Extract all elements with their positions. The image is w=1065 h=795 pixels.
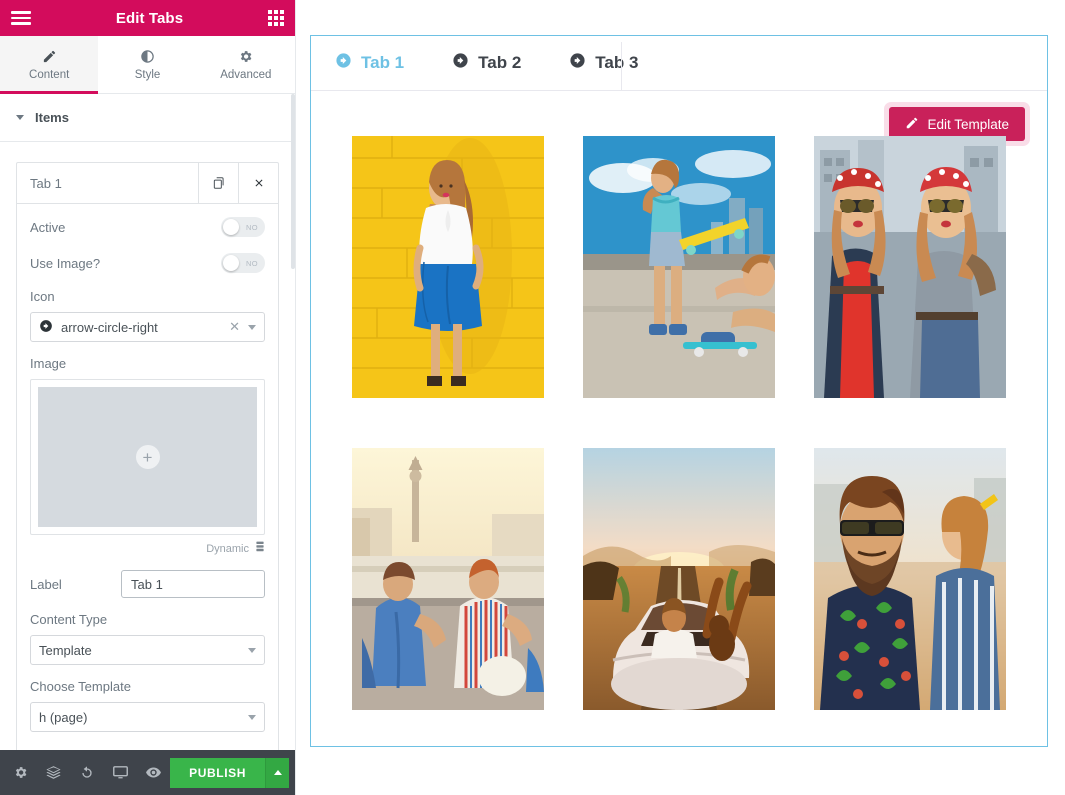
gallery-item[interactable] [813, 136, 1006, 398]
edit-template-label: Edit Template [927, 116, 1009, 132]
clear-x-icon[interactable]: ✕ [229, 319, 240, 335]
gallery-item[interactable] [352, 448, 545, 710]
dynamic-label: Dynamic [206, 542, 249, 555]
monitor-icon[interactable] [104, 750, 137, 795]
choose-template-select[interactable]: h (page) [30, 702, 265, 732]
canvas-tab-3-label: Tab 3 [595, 53, 639, 72]
label-input[interactable] [121, 570, 265, 598]
publish-button[interactable]: PUBLISH [170, 757, 265, 788]
panel-content-scroll[interactable]: Items Tab 1 Active NO Use Image? NO Icon… [0, 94, 295, 750]
gallery-item[interactable] [582, 136, 775, 398]
control-icon: Icon arrow-circle-right ✕ [30, 289, 265, 342]
canvas-tab-2-label: Tab 2 [478, 53, 522, 72]
control-content-type: Content Type Template [30, 612, 265, 665]
choose-template-value: h (page) [39, 709, 88, 725]
chevron-down-icon [248, 324, 256, 330]
arrow-circle-right-icon [39, 319, 53, 336]
control-choose-template-label: Choose Template [30, 679, 131, 694]
plus-circle-icon[interactable]: + [135, 445, 160, 469]
editor-canvas: Tab 1 Tab 2 Tab 3 Edit Template [296, 0, 1065, 795]
control-use-image: Use Image? NO [30, 253, 265, 273]
editor-root: Edit Tabs Content Style Advanced Items T… [0, 0, 1065, 795]
items-repeater: Tab 1 Active NO Use Image? NO Icon arrow… [0, 142, 295, 750]
control-image-label: Image [30, 356, 67, 371]
gallery-item[interactable] [813, 448, 1006, 710]
panel-title: Edit Tabs [115, 9, 184, 27]
tab-advanced-label: Advanced [220, 68, 272, 81]
canvas-tab-1[interactable]: Tab 1 [311, 36, 428, 90]
gallery-item[interactable] [582, 448, 775, 710]
panel-scrollbar[interactable] [291, 94, 295, 750]
control-label-caption: Label [30, 576, 62, 592]
tab-advanced[interactable]: Advanced [196, 36, 295, 93]
elementor-panel: Edit Tabs Content Style Advanced Items T… [0, 0, 296, 795]
settings-icon[interactable] [4, 750, 37, 795]
layers-icon[interactable] [37, 750, 70, 795]
control-active-label: Active [30, 219, 66, 235]
canvas-tab-1-label: Tab 1 [361, 53, 405, 72]
use-image-toggle-value: NO [245, 258, 258, 268]
toggle-knob [223, 219, 239, 235]
active-toggle-value: NO [245, 222, 258, 232]
panel-tab-bar: Content Style Advanced [0, 36, 295, 94]
arrow-circle-right-icon [452, 52, 469, 74]
publish-group: PUBLISH [170, 757, 289, 788]
section-items-title: Items [35, 110, 69, 125]
icon-select-value: arrow-circle-right [61, 319, 158, 335]
publish-options-button[interactable] [265, 757, 289, 788]
arrow-circle-right-icon [569, 52, 586, 74]
use-image-toggle[interactable]: NO [221, 253, 265, 273]
chevron-down-icon [248, 714, 256, 720]
active-toggle[interactable]: NO [221, 217, 265, 237]
tab-style[interactable]: Style [98, 36, 197, 93]
eye-icon[interactable] [137, 750, 170, 795]
pencil-icon [42, 49, 57, 64]
arrow-circle-right-icon [335, 52, 352, 74]
pencil-icon [905, 116, 919, 133]
history-icon[interactable] [70, 750, 103, 795]
panel-scrollbar-thumb[interactable] [291, 94, 295, 269]
gallery-item[interactable] [352, 136, 545, 398]
grid-icon[interactable] [268, 10, 284, 26]
repeater-item: Tab 1 Active NO Use Image? NO Icon arrow… [16, 162, 279, 750]
gear-icon [238, 49, 253, 64]
canvas-tab-3[interactable]: Tab 3 [545, 36, 662, 90]
contrast-icon [140, 49, 155, 64]
image-gallery [311, 136, 1047, 710]
image-field: + [30, 379, 265, 535]
database-icon [255, 541, 265, 556]
dynamic-tag-button[interactable]: Dynamic [30, 541, 265, 556]
tabs-widget[interactable]: Tab 1 Tab 2 Tab 3 Edit Template [310, 35, 1048, 747]
control-choose-template: Choose Template h (page) [30, 679, 265, 732]
hamburger-icon[interactable] [11, 11, 31, 25]
repeater-item-header: Tab 1 [17, 163, 278, 203]
tabs-bar: Tab 1 Tab 2 Tab 3 [311, 36, 1047, 91]
chevron-down-icon [248, 647, 256, 653]
control-content-type-label: Content Type [30, 612, 108, 627]
image-dropzone[interactable]: + [38, 387, 257, 527]
close-icon[interactable] [238, 163, 278, 203]
panel-footer: PUBLISH [0, 750, 295, 795]
duplicate-icon[interactable] [198, 163, 238, 203]
control-use-image-label: Use Image? [30, 255, 101, 271]
control-label: Label [30, 570, 265, 598]
chevron-up-icon [273, 770, 282, 775]
tab-style-label: Style [134, 68, 161, 81]
tab-content-label: Content [29, 68, 70, 81]
panel-header: Edit Tabs [0, 0, 295, 36]
content-type-select[interactable]: Template [30, 635, 265, 665]
control-icon-label: Icon [30, 289, 55, 304]
canvas-tab-2[interactable]: Tab 2 [428, 36, 545, 90]
tab-content[interactable]: Content [0, 36, 99, 94]
repeater-item-title[interactable]: Tab 1 [17, 163, 198, 203]
content-type-value: Template [39, 642, 92, 658]
repeater-item-body: Active NO Use Image? NO Icon arrow-circl… [17, 203, 278, 750]
control-image: Image + Dynamic [30, 356, 265, 556]
toggle-knob [223, 255, 239, 271]
section-items-header[interactable]: Items [0, 94, 295, 142]
chevron-down-icon [16, 115, 24, 120]
control-active: Active NO [30, 217, 265, 237]
icon-select[interactable]: arrow-circle-right ✕ [30, 312, 265, 342]
